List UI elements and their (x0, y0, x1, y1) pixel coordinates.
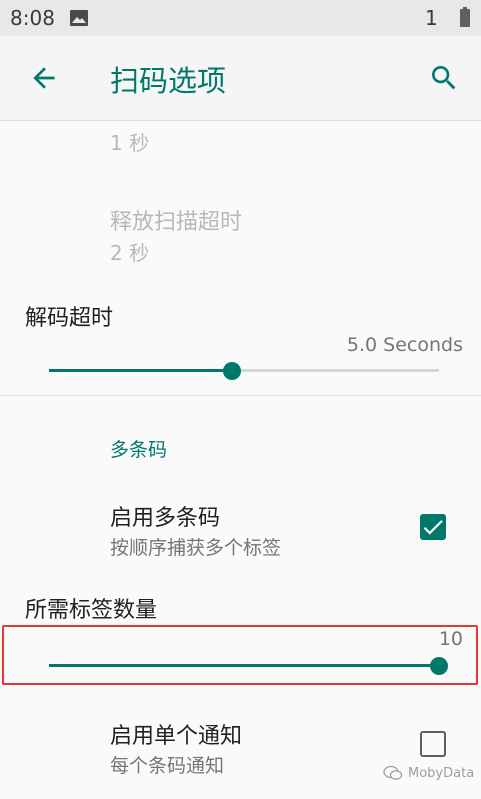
decode-timeout-title: 解码超时 (25, 306, 114, 331)
status-time: 8:08 (10, 6, 55, 30)
highlight-box (2, 625, 478, 685)
top-item-summary: 1 秒 (110, 131, 150, 155)
app-bar: 扫码选项 (0, 36, 481, 121)
enable-multi-barcode-summary: 按顺序捕获多个标签 (110, 537, 282, 559)
status-bar: 8:08 1 (0, 0, 481, 36)
release-scan-timeout-summary: 2 秒 (110, 241, 150, 265)
wechat-icon (383, 765, 403, 780)
search-icon[interactable] (428, 62, 460, 94)
check-icon (423, 520, 443, 535)
sim-count: 1 (425, 6, 438, 30)
watermark-text: MobyData (408, 765, 475, 781)
battery-icon (460, 7, 470, 27)
enable-single-notification-summary: 每个条码通知 (110, 755, 225, 777)
required-tag-count-title: 所需标签数量 (25, 598, 158, 623)
enable-multi-barcode-title: 启用多条码 (110, 506, 221, 531)
release-scan-timeout-title: 释放扫描超时 (110, 210, 243, 235)
decode-timeout-value: 5.0 Seconds (346, 334, 463, 356)
enable-single-notification-checkbox[interactable] (420, 731, 446, 757)
multi-barcode-category: 多条码 (110, 439, 168, 461)
watermark: MobyData (383, 765, 474, 781)
decode-timeout-slider-fill (49, 369, 233, 372)
enable-single-notification-title: 启用单个通知 (110, 724, 243, 749)
enable-multi-barcode-checkbox[interactable] (420, 514, 446, 540)
page-title: 扫码选项 (110, 64, 227, 98)
arrow-back-icon[interactable] (28, 62, 60, 94)
decode-timeout-slider-thumb[interactable] (223, 362, 242, 380)
image-notification-icon (70, 10, 88, 26)
divider (0, 395, 481, 396)
